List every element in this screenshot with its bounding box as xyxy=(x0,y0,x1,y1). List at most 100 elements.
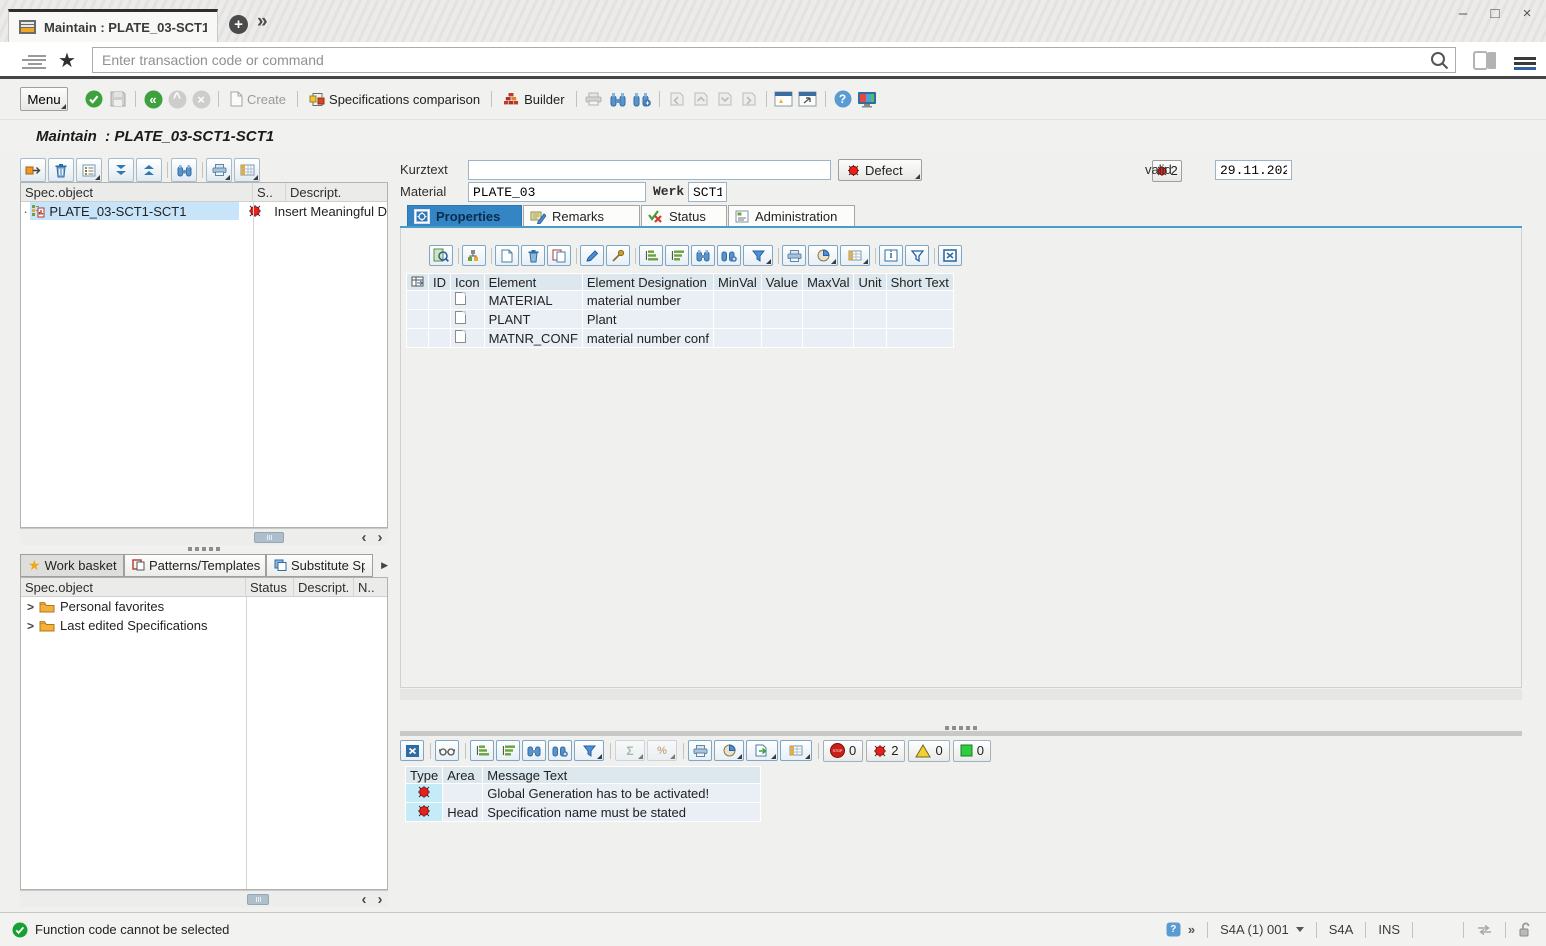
left-panel-splitter[interactable] xyxy=(20,545,388,553)
select-all-cell[interactable] xyxy=(407,274,429,291)
col-area[interactable]: Area xyxy=(443,767,483,784)
scroll-right-arrow[interactable]: › xyxy=(372,891,388,908)
hscroll-thumb[interactable] xyxy=(254,532,284,543)
close-button[interactable]: × xyxy=(1516,2,1538,24)
sort-ascending-button[interactable] xyxy=(639,245,663,266)
detail-display-button[interactable] xyxy=(429,245,453,266)
werk-input[interactable] xyxy=(688,182,727,202)
favorites-star-icon[interactable]: ★ xyxy=(58,48,76,73)
spec-tree-row[interactable]: · PLATE_03-SCT1-SCT1 Insert Meaningful D xyxy=(21,202,387,220)
message-text-cell[interactable]: Global Generation has to be activated! xyxy=(483,784,761,803)
col-icon[interactable]: Icon xyxy=(451,274,485,291)
edit-button[interactable] xyxy=(580,245,604,266)
cell-element[interactable]: PLANT xyxy=(484,310,582,329)
col-message-text[interactable]: Message Text xyxy=(483,767,761,784)
message-text-cell[interactable]: Specification name must be stated xyxy=(483,803,761,822)
col-minval[interactable]: MinVal xyxy=(714,274,762,291)
print-tree-button[interactable] xyxy=(206,158,232,182)
folder-personal-favorites[interactable]: > Personal favorites xyxy=(21,597,387,616)
search-icon[interactable] xyxy=(1430,51,1449,70)
cell-short-text[interactable] xyxy=(886,310,953,329)
new-tab-button[interactable]: + xyxy=(229,15,248,34)
cell-short-text[interactable] xyxy=(886,329,953,348)
status-system-dropdown-icon[interactable] xyxy=(1296,927,1304,932)
help-icon[interactable]: ? xyxy=(831,87,855,111)
find-next-button[interactable] xyxy=(717,245,741,266)
col-short-text[interactable]: Short Text xyxy=(886,274,953,291)
print-table-button[interactable] xyxy=(782,245,806,266)
table-settings-button[interactable] xyxy=(780,740,812,761)
col-element-designation[interactable]: Element Designation xyxy=(582,274,713,291)
table-row[interactable]: MATNR_CONF material number conf xyxy=(407,329,954,348)
link-value-button[interactable] xyxy=(606,245,630,266)
cell-minval[interactable] xyxy=(714,310,762,329)
row-selector[interactable] xyxy=(407,329,429,348)
chart-views-button[interactable] xyxy=(808,245,838,266)
sort-descending-button[interactable] xyxy=(496,740,520,761)
find-spec-button[interactable] xyxy=(171,158,197,182)
expand-all-button[interactable] xyxy=(108,158,134,182)
copy-entry-button[interactable] xyxy=(547,245,571,266)
col-maxval[interactable]: MaxVal xyxy=(803,274,854,291)
scroll-left-arrow[interactable]: ‹ xyxy=(356,891,372,908)
cell-maxval[interactable] xyxy=(803,291,854,310)
tab-scroll-right-icon[interactable]: ▶ xyxy=(381,560,388,571)
cell-short-text[interactable] xyxy=(886,291,953,310)
col-spec-object[interactable]: Spec.object xyxy=(21,578,246,596)
cell-designation[interactable]: Plant xyxy=(582,310,713,329)
tab-properties[interactable]: Properties xyxy=(407,205,522,227)
cell-element[interactable]: MATERIAL xyxy=(484,291,582,310)
print-button[interactable] xyxy=(688,740,712,761)
cell-minval[interactable] xyxy=(714,291,762,310)
expander-icon[interactable]: > xyxy=(27,619,34,633)
panel-layout-icon[interactable] xyxy=(1473,51,1497,70)
settings-menu-icon[interactable] xyxy=(1514,55,1536,72)
cell-value[interactable] xyxy=(761,291,802,310)
info-button[interactable]: i xyxy=(879,245,903,266)
status-overflow-icon[interactable]: » xyxy=(1188,922,1195,937)
warning-count-badge[interactable]: 0 xyxy=(908,740,949,762)
cell-maxval[interactable] xyxy=(803,329,854,348)
sort-ascending-button[interactable] xyxy=(470,740,494,761)
tab-work-basket[interactable]: ★ Work basket xyxy=(20,554,124,577)
abort-count-badge[interactable]: STOP 0 xyxy=(823,740,863,762)
col-value[interactable]: Value xyxy=(761,274,802,291)
work-basket-hscrollbar[interactable]: ‹ › xyxy=(20,890,388,907)
session-list-icon[interactable] xyxy=(22,53,46,71)
tab-remarks[interactable]: Remarks xyxy=(523,205,640,227)
defect-button[interactable]: Defect xyxy=(838,159,922,181)
close-table-button[interactable] xyxy=(938,245,962,266)
filter-button[interactable] xyxy=(743,245,773,266)
scroll-right-arrow[interactable]: › xyxy=(372,529,388,546)
find-button[interactable] xyxy=(522,740,546,761)
col-element[interactable]: Element xyxy=(484,274,582,291)
kurztext-input[interactable] xyxy=(468,160,831,180)
cell-maxval[interactable] xyxy=(803,310,854,329)
cell-unit[interactable] xyxy=(854,329,886,348)
delete-spec-button[interactable] xyxy=(48,158,74,182)
status-help-icon[interactable]: ? xyxy=(1166,922,1181,937)
cell-designation[interactable]: material number conf xyxy=(582,329,713,348)
find-next-button[interactable] xyxy=(548,740,572,761)
export-button[interactable] xyxy=(746,740,778,761)
back-icon[interactable]: « xyxy=(141,87,165,111)
col-type[interactable]: Type xyxy=(406,767,443,784)
sort-descending-button[interactable] xyxy=(665,245,689,266)
response-time-icon[interactable] xyxy=(1476,924,1493,936)
tab-substitute-specs[interactable]: Substitute Spe xyxy=(266,554,373,577)
collapse-all-button[interactable] xyxy=(136,158,162,182)
display-options-button[interactable] xyxy=(76,158,102,182)
cell-element[interactable]: MATNR_CONF xyxy=(484,329,582,348)
cell-id[interactable] xyxy=(429,310,451,329)
cell-unit[interactable] xyxy=(854,310,886,329)
security-lock-icon[interactable] xyxy=(1518,922,1532,937)
table-row[interactable]: PLANT Plant xyxy=(407,310,954,329)
error-count-badge[interactable]: 2 xyxy=(866,740,905,762)
cell-id[interactable] xyxy=(429,329,451,348)
col-unit[interactable]: Unit xyxy=(854,274,886,291)
hierarchy-button[interactable] xyxy=(462,245,486,266)
tab-administration[interactable]: Administration xyxy=(728,205,855,227)
message-row[interactable]: Global Generation has to be activated! xyxy=(406,784,761,803)
table-settings-button[interactable] xyxy=(840,245,870,266)
row-selector[interactable] xyxy=(407,291,429,310)
